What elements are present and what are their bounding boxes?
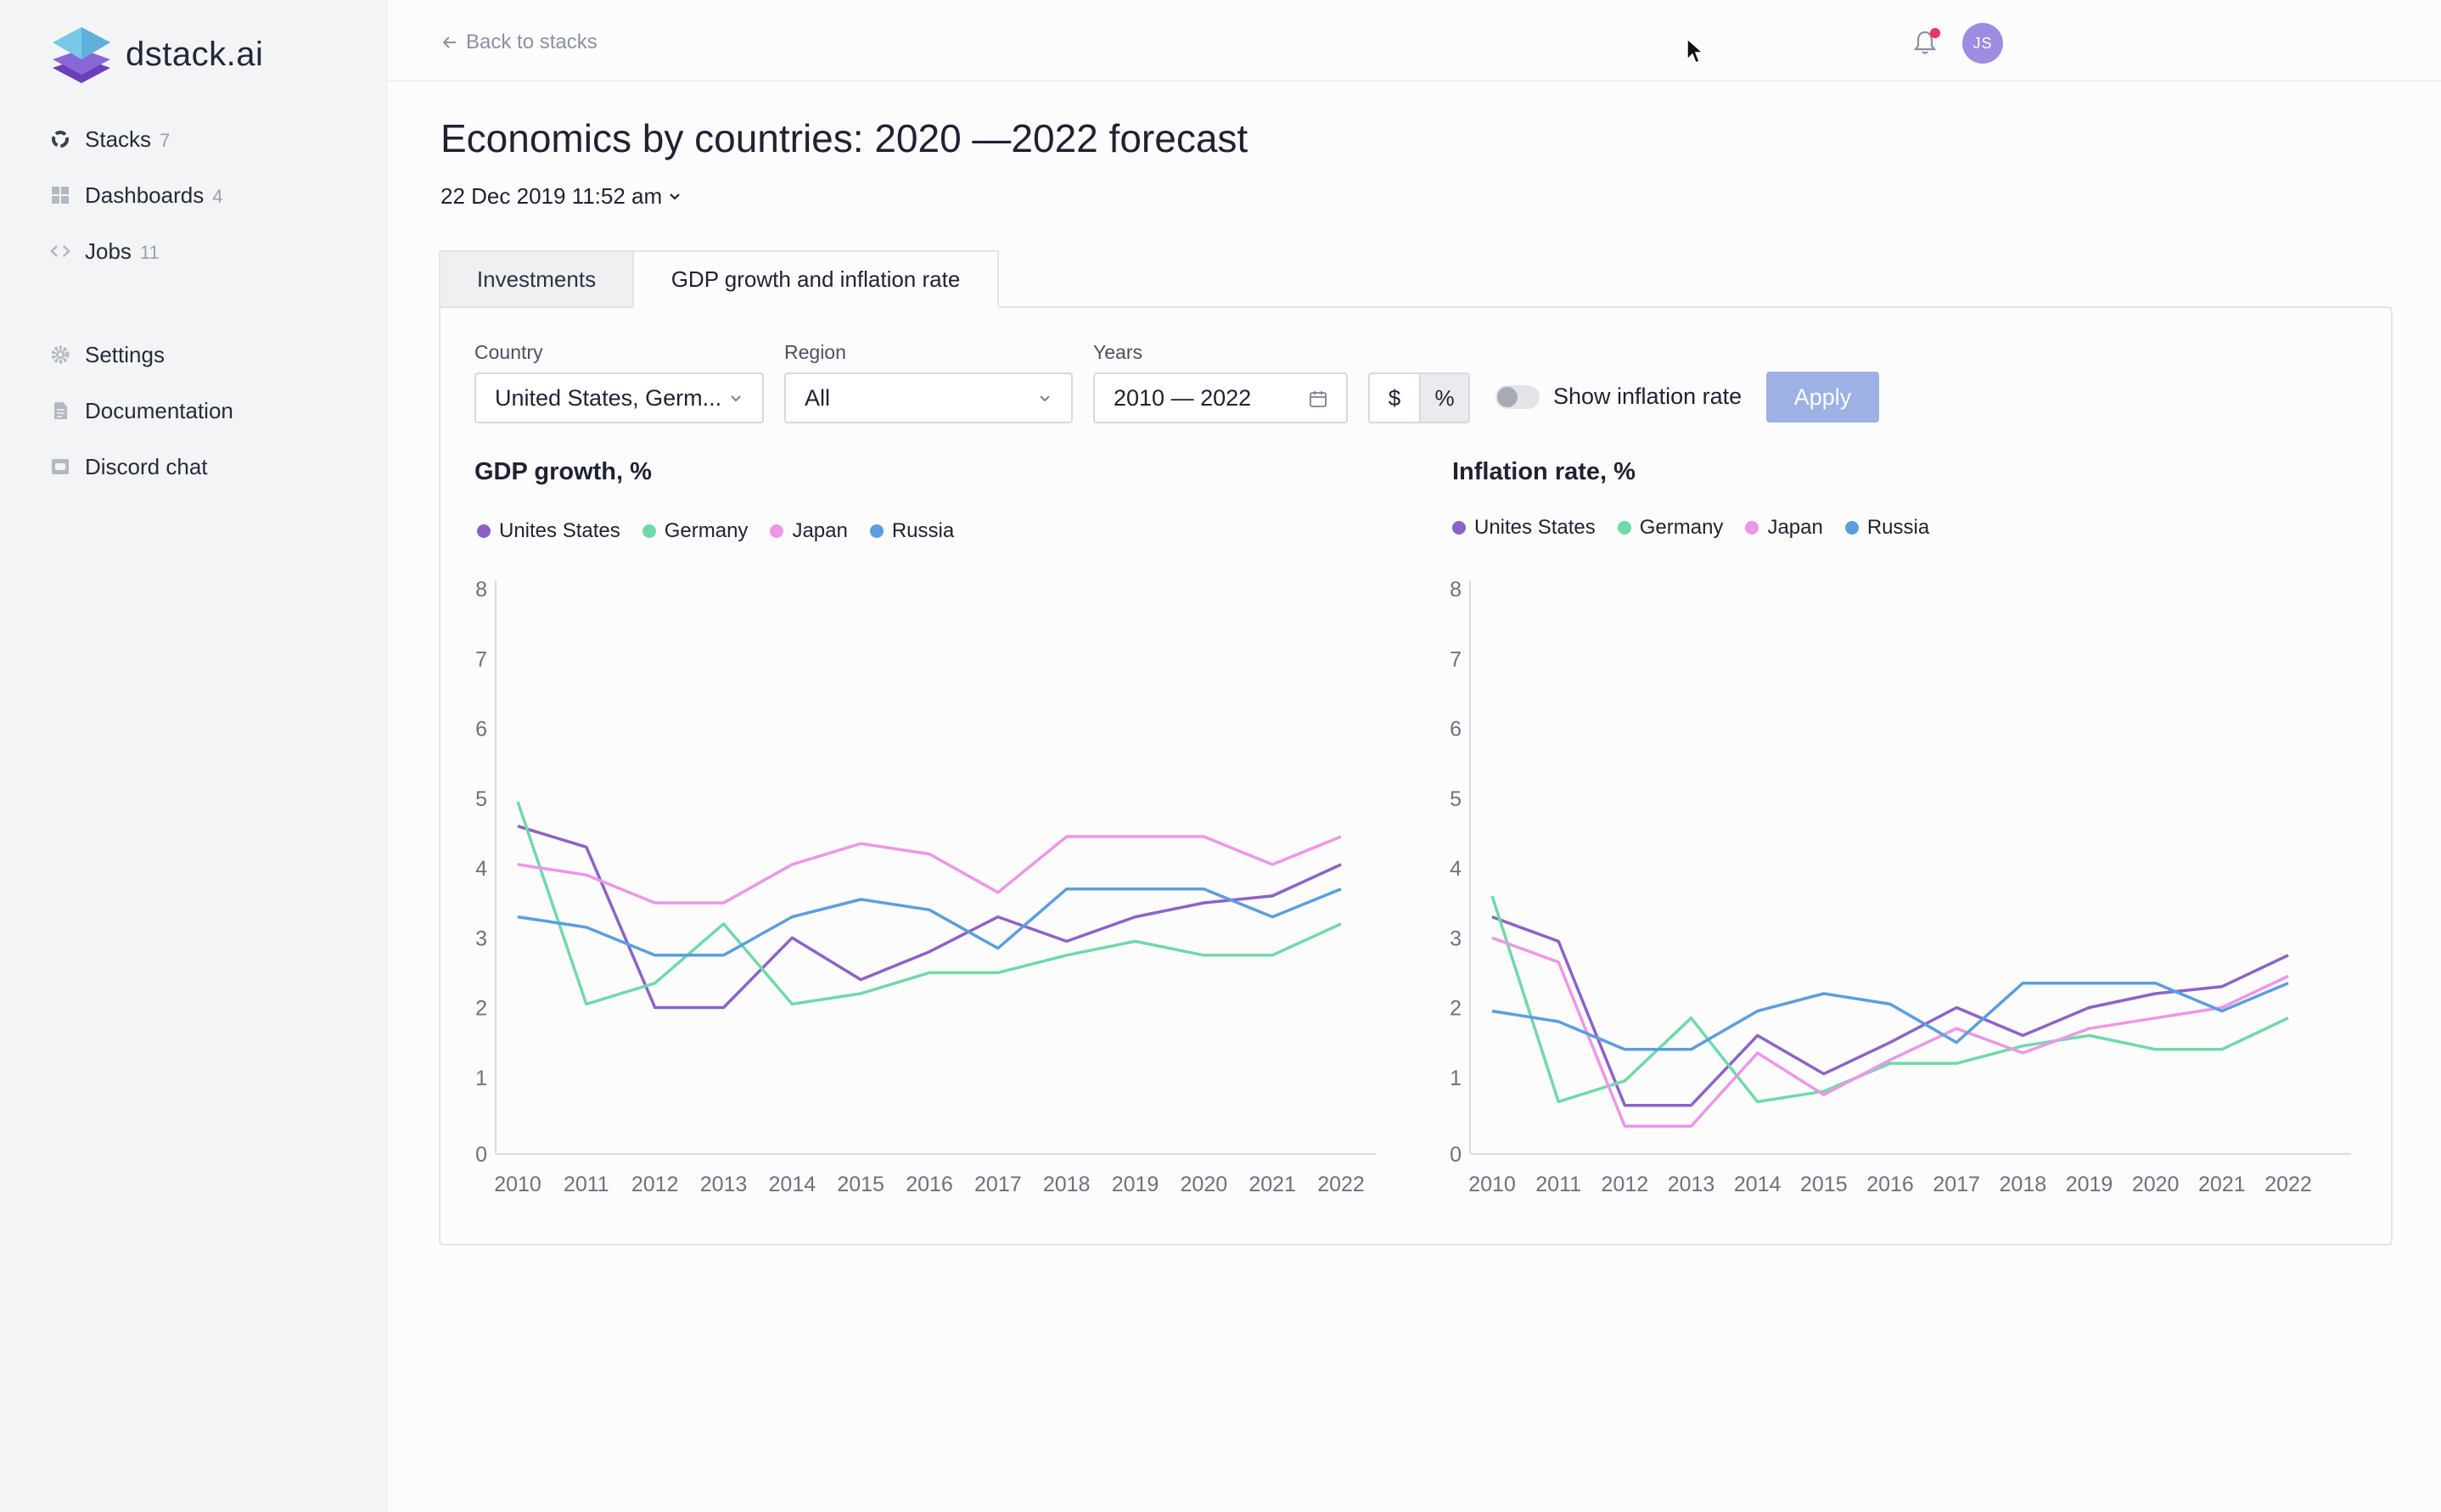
x-tick-label: 2010: [494, 1173, 542, 1196]
x-tick-label: 2011: [564, 1173, 609, 1196]
legend-dot: [1745, 521, 1759, 535]
tab-gdp-inflation[interactable]: GDP growth and inflation rate: [632, 250, 999, 308]
legend-label: Germany: [1639, 516, 1724, 539]
series-line-japan: [517, 835, 1342, 904]
series-line-russia: [517, 887, 1342, 957]
inflation-legend: Unites States Germany Japan Russia: [1452, 516, 1929, 540]
x-tick-label: 2018: [1043, 1173, 1091, 1196]
y-tick-label: 3: [475, 927, 487, 950]
legend-item-germany[interactable]: Germany: [1617, 516, 1724, 540]
y-tick-label: 8: [475, 578, 487, 602]
inflation-chart-title: Inflation rate, %: [1452, 458, 1636, 485]
x-tick-label: 2013: [700, 1173, 748, 1196]
y-tick-label: 2: [475, 997, 487, 1021]
legend-item-us[interactable]: Unites States: [1452, 516, 1596, 540]
x-tick-label: 2020: [1181, 1173, 1228, 1196]
y-tick-label: 1: [475, 1067, 487, 1090]
legend-label: Japan: [1767, 516, 1823, 539]
y-tick-label: 5: [475, 787, 487, 811]
legend-label: Unites States: [1474, 516, 1596, 539]
x-tick-label: 2017: [974, 1173, 1022, 1196]
y-tick-label: 6: [475, 718, 487, 742]
legend-item-russia[interactable]: Russia: [1844, 516, 1930, 540]
x-tick-label: 2012: [631, 1173, 679, 1196]
x-tick-label: 2016: [906, 1173, 953, 1196]
x-tick-label: 2015: [837, 1173, 884, 1196]
y-tick-label: 4: [475, 857, 487, 881]
y-tick-label: 0: [475, 1143, 487, 1167]
x-tick-label: 2021: [1249, 1173, 1296, 1196]
x-tick-label: 2022: [1317, 1173, 1365, 1196]
legend-dot: [1452, 521, 1466, 535]
gdp-growth-chart: 0 1 2 3 4 5 6 7 8 2010 2011 2012 2013 2014 2015 2016 201…: [475, 578, 1377, 1196]
y-tick-label: 7: [475, 647, 487, 671]
legend-label: Russia: [1866, 516, 1930, 539]
legend-dot: [1617, 521, 1631, 535]
legend-item-japan[interactable]: Japan: [1745, 516, 1823, 540]
legend-dot: [1844, 521, 1859, 535]
x-tick-label: 2014: [769, 1173, 816, 1196]
x-tick-label: 2019: [1112, 1173, 1159, 1196]
